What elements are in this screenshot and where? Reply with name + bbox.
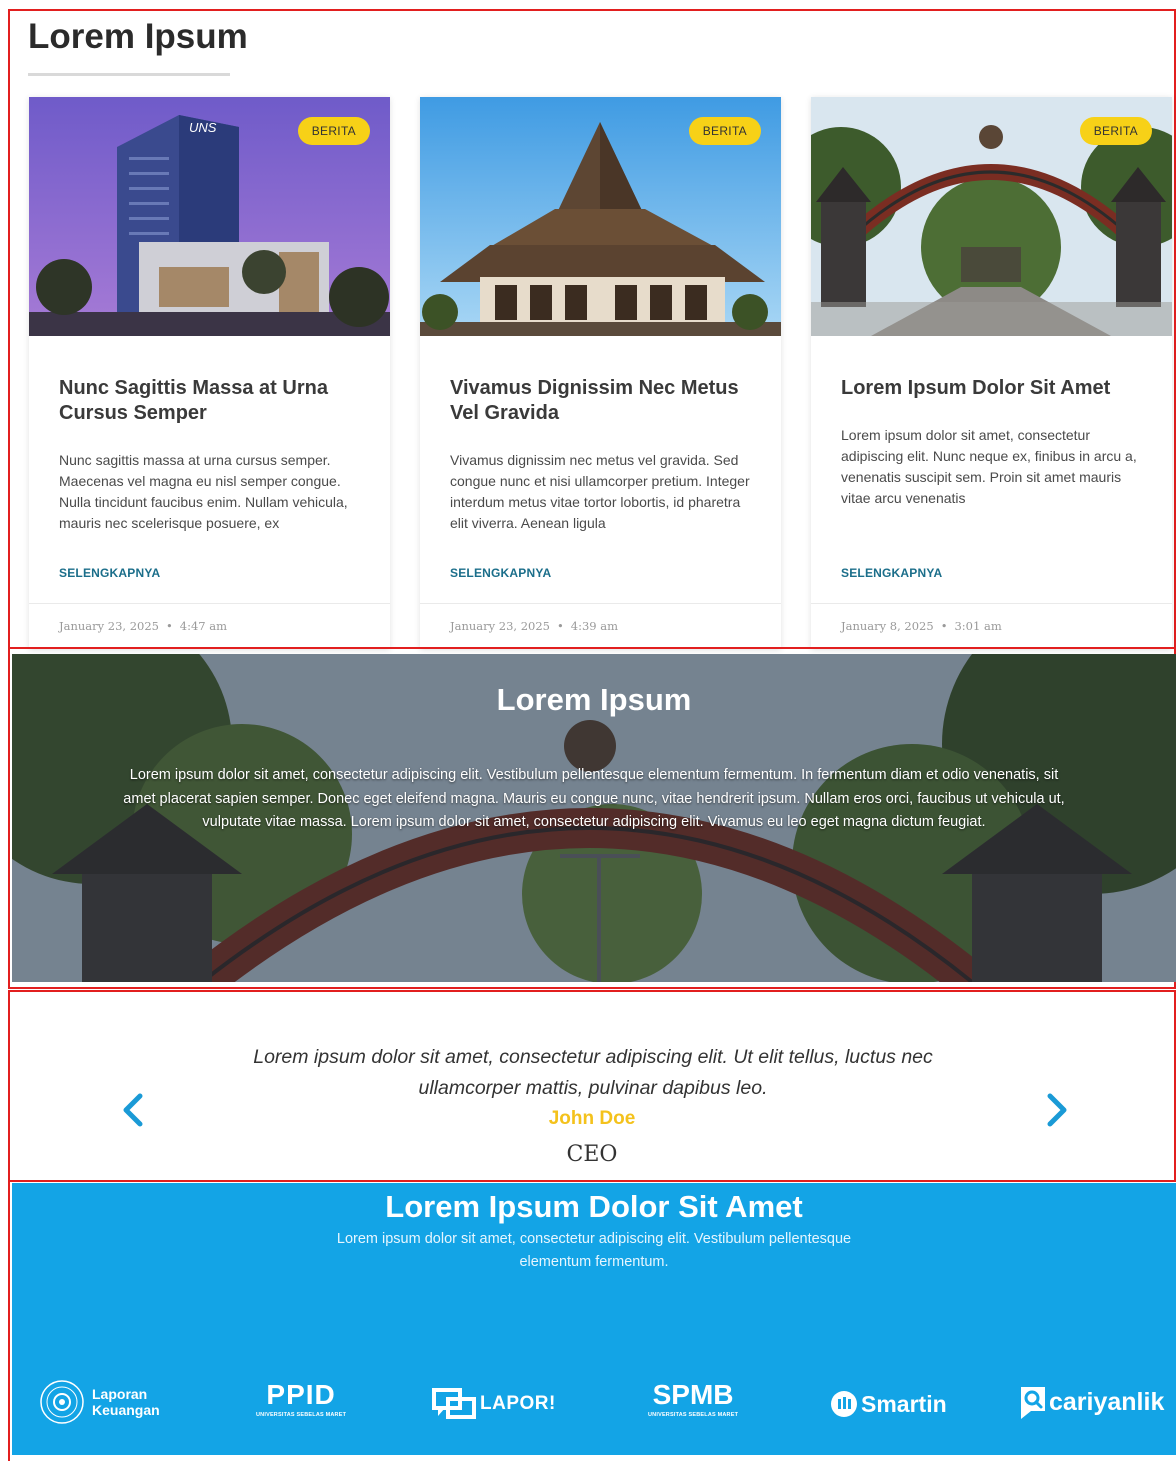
meta-separator: • [166, 619, 173, 633]
card-image[interactable]: UNS BERITA [29, 97, 390, 336]
category-badge[interactable]: BERITA [688, 117, 761, 145]
card-title[interactable]: Lorem Ipsum Dolor Sit Amet [841, 376, 1141, 401]
chevron-right-icon [1047, 1093, 1067, 1127]
post-date: January 23, 2025 [59, 619, 159, 633]
card-divider [811, 603, 1172, 604]
laporan-keuangan-link[interactable]: Laporan Keuangan [38, 1380, 160, 1424]
lapor-link[interactable]: LAPOR! [432, 1383, 556, 1425]
read-more-link[interactable]: SELENGKAPNYA [450, 566, 551, 580]
spmb-logo-text: SPMB [652, 1379, 734, 1410]
links-title: Lorem Ipsum Dolor Sit Amet [385, 1189, 803, 1224]
title-underline [28, 73, 230, 76]
news-card[interactable]: BERITA Lorem Ipsum Dolor Sit Amet Lorem … [811, 97, 1172, 649]
card-divider [29, 603, 390, 604]
smartin-link[interactable]: Smartin [830, 1383, 947, 1425]
category-badge[interactable]: BERITA [1079, 117, 1152, 145]
cariyanlik-link[interactable]: cariyanlik [1018, 1381, 1164, 1423]
card-meta: January 23, 2025 • 4:39 am [450, 619, 618, 633]
spmb-logo-subtext: UNIVERSITAS SEBELAS MARET [648, 1412, 739, 1418]
meta-separator: • [940, 619, 948, 633]
laporan-text-line2: Keuangan [92, 1402, 160, 1418]
read-more-link[interactable]: SELENGKAPNYA [59, 566, 160, 580]
post-time: 3:01 am [954, 619, 1002, 633]
testimonial-quote: Lorem ipsum dolor sit amet, consectetur … [253, 1046, 933, 1099]
post-time: 4:47 am [179, 619, 228, 633]
category-badge[interactable]: BERITA [297, 117, 370, 145]
read-more-link[interactable]: SELENGKAPNYA [841, 566, 942, 580]
card-divider [420, 603, 781, 604]
section-title: Lorem Ipsum [28, 17, 248, 56]
spmb-link[interactable]: SPMB UNIVERSITAS SEBELAS MARET [648, 1381, 738, 1425]
news-card[interactable]: BERITA Vivamus Dignissim Nec Metus Vel G… [420, 97, 781, 649]
card-excerpt: Lorem ipsum dolor sit amet, consectetur … [841, 427, 1137, 506]
ppid-logo-text: PPID [266, 1379, 336, 1410]
links-section: Lorem Ipsum Dolor Sit Amet Lorem ipsum d… [12, 1183, 1176, 1455]
hero-text: Lorem ipsum dolor sit amet, consectetur … [123, 767, 1065, 830]
map-pin-search-icon [1021, 1387, 1045, 1419]
lapor-logo-text: LAPOR! [480, 1393, 556, 1414]
card-image[interactable]: BERITA [811, 97, 1172, 336]
chat-bubbles-icon [432, 1388, 476, 1419]
card-title[interactable]: Vivamus Dignissim Nec Metus Vel Gravida [450, 376, 750, 426]
post-date: January 8, 2025 [841, 619, 934, 633]
card-meta: January 8, 2025 • 3:01 am [841, 619, 1002, 633]
card-excerpt: Nunc sagittis massa at urna cursus sempe… [59, 452, 348, 531]
ppid-link[interactable]: PPID UNIVERSITAS SEBELAS MARET [256, 1381, 346, 1425]
news-card[interactable]: UNS BERITA Nunc Sagittis Massa at Urna C… [29, 97, 390, 649]
svg-text:UNS: UNS [189, 120, 217, 135]
hero-title: Lorem Ipsum [496, 682, 692, 717]
hero-section: Lorem Ipsum Lorem ipsum dolor sit amet, … [12, 654, 1176, 982]
post-time: 4:39 am [570, 619, 619, 633]
post-date: January 23, 2025 [450, 619, 550, 633]
ppid-logo-subtext: UNIVERSITAS SEBELAS MARET [256, 1412, 347, 1418]
meta-separator: • [557, 619, 564, 633]
uns-seal-icon [40, 1380, 84, 1424]
laporan-text-line1: Laporan [92, 1386, 148, 1402]
laporan-keuangan-text: Laporan Keuangan [92, 1386, 160, 1418]
testimonial-section: Lorem ipsum dolor sit amet, consectetur … [8, 990, 1176, 1182]
testimonial-name: John Doe [548, 1108, 636, 1129]
card-excerpt: Vivamus dignissim nec metus vel gravida.… [450, 452, 750, 531]
news-section: Lorem Ipsum UNS BERITA Nunc Sagittis Mas… [8, 9, 1176, 649]
smartin-logo-icon [831, 1391, 857, 1417]
card-title[interactable]: Nunc Sagittis Massa at Urna Cursus Sempe… [59, 376, 359, 426]
card-image[interactable]: BERITA [420, 97, 781, 336]
cariyanlik-logo-text: cariyanlik [1049, 1387, 1165, 1416]
next-button[interactable] [1042, 1090, 1072, 1130]
testimonial-role: CEO [566, 1142, 618, 1167]
card-meta: January 23, 2025 • 4:47 am [59, 619, 227, 633]
links-subtitle: Lorem ipsum dolor sit amet, consectetur … [336, 1231, 852, 1270]
smartin-logo-text: Smartin [861, 1390, 947, 1417]
